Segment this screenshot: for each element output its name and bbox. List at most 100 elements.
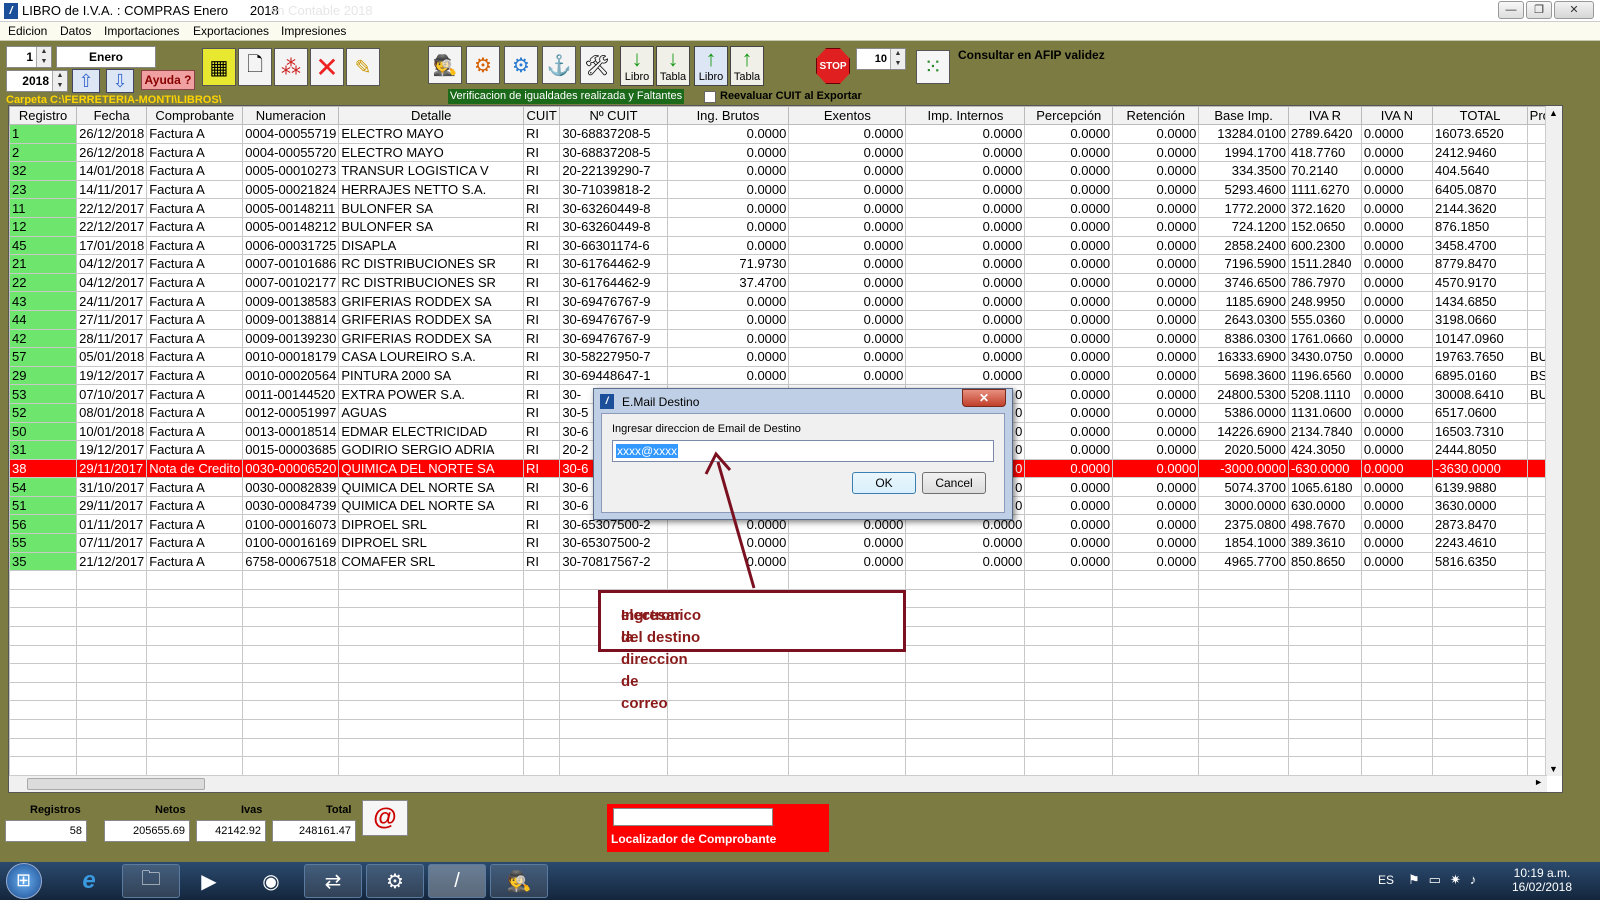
table-cell[interactable]: 44: [9, 309, 78, 330]
anchor-button[interactable]: ⚓: [542, 46, 576, 84]
table-row[interactable]: 29 19/12/2017 Factura A 0010-00020564 PINTUR…: [9, 365, 1562, 386]
table-cell[interactable]: 0005-00010273: [242, 161, 340, 181]
table-row[interactable]: 55 07/11/2017 Factura A 0100-00016169 DIPROE…: [9, 533, 1562, 553]
table-cell[interactable]: Factura A: [146, 216, 244, 237]
table-cell[interactable]: 0.0000: [905, 235, 1026, 256]
table-cell[interactable]: 30-69476767-9: [559, 309, 668, 330]
table-cell[interactable]: 0.0000: [1112, 402, 1200, 423]
table-cell[interactable]: 1065.6180: [1287, 477, 1362, 497]
table-cell[interactable]: 0012-00051997: [242, 402, 340, 423]
table-cell[interactable]: Factura A: [146, 309, 244, 330]
table-cell[interactable]: 5208.1110: [1287, 384, 1362, 404]
table-row[interactable]: 45 17/01/2018 Factura A 0006-00031725 DISAPL…: [9, 235, 1562, 256]
table-cell[interactable]: 0.0000: [1024, 421, 1114, 442]
scroll-thumb[interactable]: [27, 778, 205, 790]
calculator-button[interactable]: ▦: [202, 48, 236, 86]
table-cell[interactable]: 0.0000: [788, 142, 907, 163]
table-cell[interactable]: 37.4700: [666, 272, 790, 293]
table-cell[interactable]: 32: [9, 161, 78, 181]
column-header[interactable]: Comprobante: [146, 106, 244, 125]
table-cell[interactable]: 0.0000: [1112, 495, 1200, 516]
table-cell[interactable]: 5386.0000: [1198, 402, 1289, 423]
table-cell[interactable]: 3430.0750: [1287, 347, 1362, 367]
table-cell[interactable]: RI: [522, 440, 561, 460]
column-header[interactable]: TOTAL: [1432, 106, 1528, 125]
table-cell[interactable]: -3630.0000: [1432, 458, 1528, 479]
tray-icons[interactable]: ⚑▭✷♪: [1408, 872, 1485, 888]
table-cell[interactable]: 0005-00021824: [242, 179, 340, 200]
cancel-button[interactable]: Cancel: [922, 472, 986, 494]
table-cell[interactable]: Factura A: [146, 551, 244, 572]
table-cell[interactable]: 30-70817567-2: [559, 551, 668, 572]
table-cell[interactable]: 30-65307500-2: [559, 533, 668, 553]
column-header[interactable]: Fecha: [76, 106, 148, 125]
table-cell[interactable]: 2375.0800: [1198, 514, 1289, 535]
table-cell[interactable]: 0.0000: [905, 216, 1026, 237]
table-row[interactable]: 2 26/12/2018 Factura A 0004-00055720 ELECTRO…: [9, 142, 1562, 163]
menu-exportaciones[interactable]: Exportaciones: [193, 24, 269, 38]
table-row[interactable]: 11 22/12/2017 Factura A 0005-00148211 BULONF…: [9, 198, 1562, 218]
table-cell[interactable]: RI: [522, 458, 561, 479]
table-cell[interactable]: GRIFERIAS RODDEX SA: [338, 291, 524, 311]
table-cell[interactable]: 0.0000: [905, 198, 1026, 218]
table-cell[interactable]: RI: [522, 235, 561, 256]
table-cell[interactable]: 31/10/2017: [76, 477, 148, 497]
table-row[interactable]: 1 26/12/2018 Factura A 0004-00055719 ELECTRO…: [9, 124, 1562, 144]
menu-impresiones[interactable]: Impresiones: [281, 24, 346, 38]
table-cell[interactable]: ELECTRO MAYO: [338, 124, 524, 144]
table-cell[interactable]: 16333.6900: [1198, 347, 1289, 367]
table-cell[interactable]: 8386.0300: [1198, 328, 1289, 349]
table-cell[interactable]: RI: [522, 365, 561, 386]
table-cell[interactable]: 0.0000: [788, 235, 907, 256]
table-cell[interactable]: 30-58227950-7: [559, 347, 668, 367]
table-cell[interactable]: Factura A: [146, 440, 244, 460]
afip-button[interactable]: ⁙: [916, 50, 950, 84]
table-cell[interactable]: 1185.6900: [1198, 291, 1289, 311]
table-cell[interactable]: 7196.5900: [1198, 254, 1289, 274]
table-cell[interactable]: Factura A: [146, 142, 244, 163]
table-cell[interactable]: 3198.0660: [1432, 309, 1528, 330]
table-cell[interactable]: 0.0000: [1024, 216, 1114, 237]
table-cell[interactable]: 0.0000: [1112, 198, 1200, 218]
table-cell[interactable]: 0.0000: [1112, 440, 1200, 460]
delete-button[interactable]: ✕: [310, 48, 344, 86]
table-cell[interactable]: 5698.3600: [1198, 365, 1289, 386]
table-cell[interactable]: 0.0000: [1024, 402, 1114, 423]
table-cell[interactable]: 0004-00055719: [242, 124, 340, 144]
table-cell[interactable]: 0.0000: [1024, 198, 1114, 218]
scroll-up-icon[interactable]: ▲: [1549, 108, 1558, 118]
table-cell[interactable]: 0.0000: [1360, 384, 1434, 404]
table-cell[interactable]: 3458.4700: [1432, 235, 1528, 256]
column-header[interactable]: Retención: [1112, 106, 1200, 125]
table-cell[interactable]: 0.0000: [1024, 347, 1114, 367]
table-cell[interactable]: 2144.3620: [1432, 198, 1528, 218]
table-cell[interactable]: 0009-00138583: [242, 291, 340, 311]
column-header[interactable]: IVA R: [1287, 106, 1362, 125]
table-cell[interactable]: 11: [9, 198, 78, 218]
table-cell[interactable]: Factura A: [146, 328, 244, 349]
table-cell[interactable]: 334.3500: [1198, 161, 1289, 181]
table-cell[interactable]: 0.0000: [666, 291, 790, 311]
table-cell[interactable]: Nota de Credito: [146, 458, 244, 479]
table-cell[interactable]: RI: [522, 198, 561, 218]
table-cell[interactable]: 248.9950: [1287, 291, 1362, 311]
table-cell[interactable]: 0.0000: [1024, 440, 1114, 460]
table-cell[interactable]: Factura A: [146, 421, 244, 442]
table-cell[interactable]: 2789.6420: [1287, 124, 1362, 144]
table-cell[interactable]: 0.0000: [788, 365, 907, 386]
table-cell[interactable]: DISAPLA: [338, 235, 524, 256]
table-cell[interactable]: 630.0000: [1287, 495, 1362, 516]
column-header[interactable]: Exentos: [788, 106, 907, 125]
table-cell[interactable]: 0.0000: [1360, 142, 1434, 163]
table-row[interactable]: 23 14/11/2017 Factura A 0005-00021824 HERRAJ…: [9, 179, 1562, 200]
up-arrow-button[interactable]: ⇧: [72, 69, 100, 93]
table-cell[interactable]: 07/10/2017: [76, 384, 148, 404]
table-cell[interactable]: 0.0000: [1360, 198, 1434, 218]
table-cell[interactable]: 22/12/2017: [76, 216, 148, 237]
table-cell[interactable]: 2412.9460: [1432, 142, 1528, 163]
table-cell[interactable]: RI: [522, 514, 561, 535]
table-cell[interactable]: 0.0000: [1360, 514, 1434, 535]
table-cell[interactable]: 0.0000: [1112, 514, 1200, 535]
table-cell[interactable]: PINTURA 2000 SA: [338, 365, 524, 386]
table-cell[interactable]: 0007-00102177: [242, 272, 340, 293]
